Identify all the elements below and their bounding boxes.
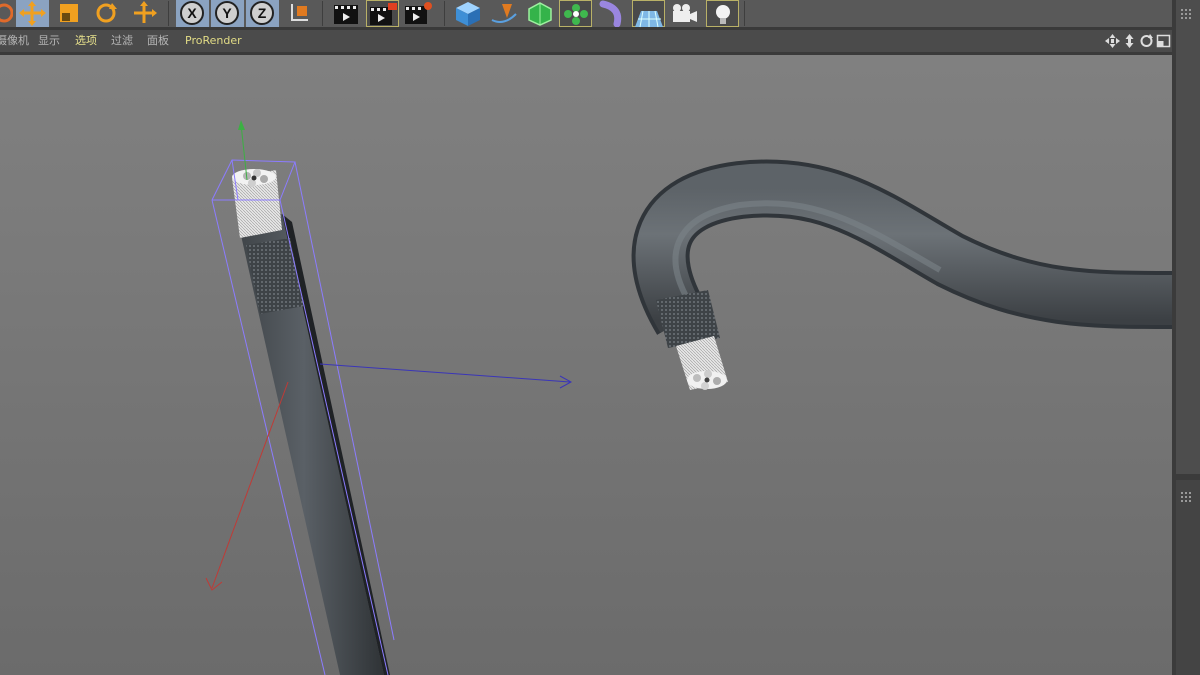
z-axis-lock-icon[interactable]: Z <box>246 0 279 27</box>
object-manager-panel[interactable] <box>1176 0 1200 474</box>
attributes-panel[interactable] <box>1176 480 1200 675</box>
menu-prorender[interactable]: ProRender <box>185 33 242 49</box>
curved-cable[interactable] <box>631 159 1172 390</box>
rotate-icon[interactable] <box>90 0 123 27</box>
edit-render-settings-icon[interactable] <box>402 0 435 27</box>
cube-icon[interactable] <box>452 0 485 27</box>
rotate-view-icon[interactable] <box>1139 33 1154 49</box>
menu-filter[interactable]: 过滤 <box>111 33 133 49</box>
zoom-view-icon[interactable] <box>1122 33 1137 49</box>
pen-spline-icon[interactable] <box>488 0 521 27</box>
z-axis-label: Z <box>258 5 267 21</box>
wire-bundle <box>232 169 282 238</box>
move-icon[interactable] <box>16 0 49 27</box>
right-side-panel <box>1172 0 1200 675</box>
viewport-scene <box>205 120 1172 675</box>
camera-icon[interactable] <box>668 0 701 27</box>
bend-deformer-icon[interactable] <box>595 0 628 27</box>
straight-cable[interactable] <box>232 169 390 675</box>
light-icon[interactable] <box>706 0 739 27</box>
menu-options[interactable]: 选项 <box>75 33 97 49</box>
pan-view-icon[interactable] <box>1105 33 1120 49</box>
menu-display[interactable]: 显示 <box>38 33 60 49</box>
menu-cameras[interactable]: 摄像机 <box>0 33 29 49</box>
curved-wire-bundle <box>676 336 728 390</box>
menu-panel[interactable]: 面板 <box>147 33 169 49</box>
scale-icon[interactable] <box>53 0 86 27</box>
panel-grip-icon[interactable] <box>1181 4 1193 19</box>
array-icon[interactable] <box>559 0 592 27</box>
y-axis-label: Y <box>222 5 232 21</box>
y-axis-lock-icon[interactable]: Y <box>211 0 244 27</box>
live-selection-icon[interactable] <box>0 0 13 27</box>
recent-tool-icon[interactable] <box>127 0 160 27</box>
render-view-icon[interactable] <box>330 0 363 27</box>
subdivision-surface-icon[interactable] <box>524 0 557 27</box>
toggle-view-icon[interactable] <box>1156 33 1171 49</box>
viewport-menubar: 摄像机 显示 选项 过滤 面板 ProRender <box>0 30 1176 52</box>
main-toolbar: X Y Z <box>0 0 1176 28</box>
x-axis-lock-icon[interactable]: X <box>176 0 209 27</box>
3d-viewport[interactable] <box>0 55 1172 675</box>
attributes-grip-icon[interactable] <box>1181 487 1193 502</box>
floor-icon[interactable] <box>632 0 665 28</box>
render-to-picture-viewer-icon[interactable] <box>366 0 399 27</box>
x-axis-label: X <box>187 5 197 21</box>
coordinate-system-icon[interactable] <box>284 0 317 27</box>
